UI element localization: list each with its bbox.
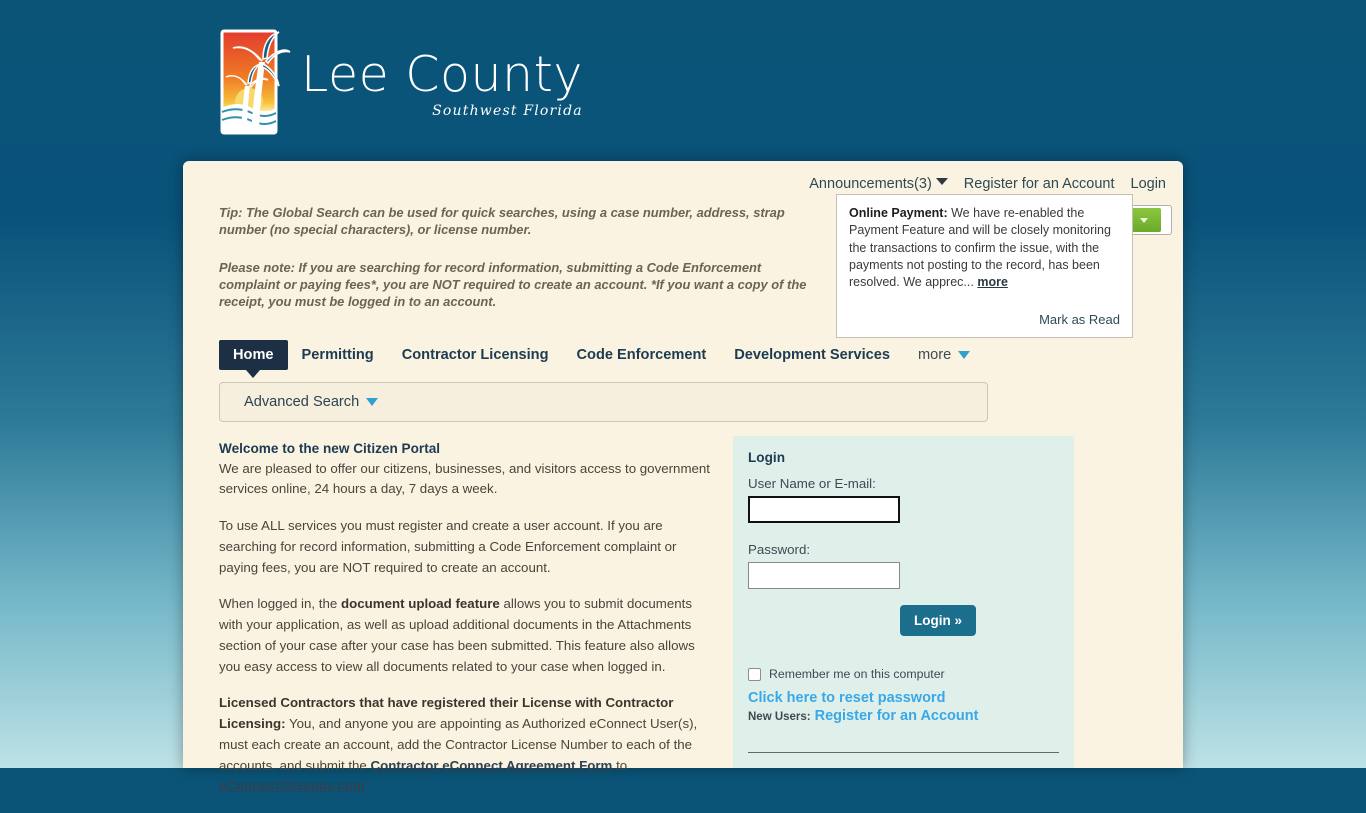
announcements-label: Announcements(3): [809, 176, 932, 192]
welcome-para-3: When logged in, the document upload feat…: [219, 594, 719, 677]
announcement-body: Online Payment: We have re-enabled the P…: [849, 205, 1120, 291]
welcome-content: Welcome to the new Citizen Portal We are…: [219, 439, 719, 813]
brand-title: Lee County: [301, 46, 583, 103]
register-account-link[interactable]: Register for an Account: [964, 176, 1115, 192]
nav-item-permitting[interactable]: Permitting: [288, 340, 388, 370]
welcome-para-4: Licensed Contractors that have registere…: [219, 693, 719, 797]
tip-please-note: Please note: If you are searching for re…: [219, 260, 807, 310]
reset-password-link[interactable]: Click here to reset password: [748, 690, 1059, 706]
username-label: User Name or E-mail:: [748, 476, 876, 491]
new-users-row: New Users: Register for an Account: [748, 708, 1059, 724]
nav-item-contractor-licensing[interactable]: Contractor Licensing: [388, 340, 563, 370]
remember-me-checkbox[interactable]: [748, 667, 761, 681]
top-utility-links: Announcements(3) Register for an Account…: [809, 176, 1166, 192]
mark-as-read-link[interactable]: Mark as Read: [849, 311, 1120, 329]
register-account-link-panel[interactable]: Register for an Account: [815, 708, 979, 724]
announcement-heading: Online Payment:: [849, 206, 948, 220]
username-input[interactable]: [748, 496, 900, 523]
announcement-more-link[interactable]: more: [977, 275, 1008, 289]
para3-bold: document upload feature: [340, 596, 500, 612]
econnect-email-link[interactable]: eConnect@leegov.com: [219, 778, 365, 793]
login-panel-title: Login: [748, 450, 785, 465]
login-divider: [748, 752, 1059, 753]
brand-subtitle: Southwest Florida: [432, 103, 583, 119]
site-header: Lee County Southwest Florida: [183, 0, 1183, 161]
password-input[interactable]: [748, 562, 900, 589]
main-content-panel: Announcements(3) Register for an Account…: [183, 161, 1183, 793]
login-link[interactable]: Login: [1131, 176, 1166, 192]
palm-tree-sunset-logo-icon: [220, 29, 291, 135]
para3-lead: When logged in, the: [219, 596, 341, 612]
para4-mid: to: [612, 757, 628, 773]
login-submit-button[interactable]: Login »: [900, 605, 976, 636]
nav-item-home[interactable]: Home: [219, 340, 288, 378]
tip-global-search: Tip: The Global Search can be used for q…: [219, 205, 785, 238]
welcome-heading: Welcome to the new Citizen Portal: [219, 441, 441, 456]
chevron-down-icon: [1140, 217, 1148, 223]
nav-item-code-enforcement[interactable]: Code Enforcement: [562, 340, 720, 370]
login-panel: Login User Name or E-mail: Password: Log…: [733, 436, 1074, 768]
nav-item-development-services[interactable]: Development Services: [720, 340, 904, 370]
chevron-down-icon: [366, 398, 379, 406]
login-button-row: Login »: [748, 605, 1059, 636]
chevron-down-icon: [958, 351, 971, 359]
new-users-label: New Users:: [748, 711, 811, 723]
nav-more-label: more: [917, 347, 952, 363]
welcome-para-1: We are pleased to offer our citizens, bu…: [219, 460, 711, 497]
search-bar[interactable]: Advanced Search: [219, 382, 988, 422]
chevron-down-icon: [935, 177, 948, 185]
site-logo[interactable]: Lee County Southwest Florida: [219, 28, 583, 136]
password-label: Password:: [748, 542, 811, 557]
contractor-agreement-link[interactable]: Contractor eConnect Agreement Form: [371, 758, 613, 773]
nav-item-more[interactable]: more: [904, 340, 984, 370]
remember-me-label: Remember me on this computer: [769, 667, 945, 681]
announcement-popup: Online Payment: We have re-enabled the P…: [836, 194, 1133, 339]
main-navigation: Home Permitting Contractor Licensing Cod…: [219, 340, 984, 378]
tips-block: Tip: The Global Search can be used for q…: [219, 204, 819, 310]
remember-me-row: Remember me on this computer: [748, 667, 1059, 681]
welcome-para-2: To use ALL services you must register an…: [219, 518, 677, 575]
announcements-link[interactable]: Announcements(3): [809, 176, 948, 192]
advanced-search-label: Advanced Search: [244, 394, 360, 410]
